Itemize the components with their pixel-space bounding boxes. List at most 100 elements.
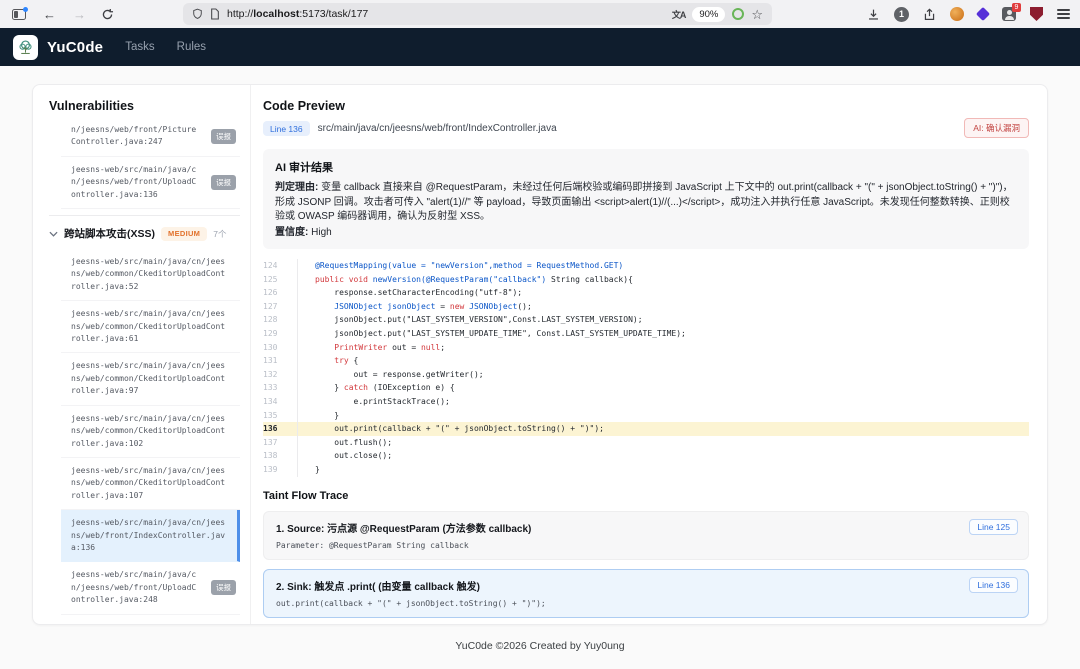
reload-icon[interactable] — [101, 8, 114, 21]
code-line: 129 jsonObject.put("LAST_SYSTEM_UPDATE_T… — [263, 327, 1029, 341]
vuln-list-item[interactable]: jeesns-web/src/main/java/cn/jees ns/web/… — [61, 249, 240, 301]
url-text: http://localhost:5173/task/177 — [227, 8, 368, 20]
vuln-list: jeesns-web/src/main/java/cn/jees ns/web/… — [49, 249, 240, 615]
vuln-list-item[interactable]: jeesns-web/src/main/java/cn/jees ns/web/… — [61, 510, 240, 562]
url-bar[interactable]: http://localhost:5173/task/177 文A 90% ☆ — [183, 3, 772, 25]
code-block[interactable]: 124@RequestMapping(value = "newVersion",… — [263, 259, 1029, 477]
share-icon[interactable] — [923, 8, 936, 21]
vuln-list-item[interactable]: jeesns-web/src/main/java/cn/jees ns/web/… — [61, 406, 240, 458]
zoom-level[interactable]: 90% — [692, 7, 725, 22]
section-title: Code Preview — [263, 99, 1029, 113]
vuln-file-path: jeesns-web/src/main/java/cn/jees ns/web/… — [71, 256, 236, 293]
vuln-list-item[interactable]: jeesns-web/src/main/java/cn/jees ns/web/… — [61, 458, 240, 510]
bookmark-star-icon[interactable]: ☆ — [751, 8, 763, 21]
vuln-group-header[interactable]: 跨站脚本攻击(XSS) MEDIUM 7个 — [49, 215, 240, 249]
sidebar-title: Vulnerabilities — [49, 99, 240, 113]
browser-chrome: ← → http://localhost:5173/task/177 文A 90… — [0, 0, 1080, 28]
shield-icon[interactable] — [192, 8, 203, 20]
code-line: 124@RequestMapping(value = "newVersion",… — [263, 259, 1029, 273]
code-line: 130 PrintWriter out = null; — [263, 341, 1029, 355]
forward-icon[interactable]: → — [73, 8, 86, 21]
code-text: public void newVersion(@RequestParam("ca… — [297, 273, 1029, 287]
taint-line-badge[interactable]: Line 125 — [969, 519, 1018, 535]
false-positive-badge: 误报 — [211, 175, 236, 190]
taint-step-source: 1. Source: 污点源 @RequestParam (方法参数 callb… — [263, 511, 1029, 560]
app-logo[interactable] — [13, 35, 38, 60]
profile-extension-icon[interactable]: 9 — [1002, 7, 1016, 21]
code-text: jsonObject.put("LAST_SYSTEM_UPDATE_TIME"… — [297, 327, 1029, 341]
taint-step-sink: 2. Sink: 触发点 .print( (由变量 callback 触发)Li… — [263, 569, 1029, 618]
sidebar-tabs-icon[interactable] — [12, 9, 26, 20]
ai-audit-reason: 判定理由: 变量 callback 直接来自 @RequestParam，未经过… — [275, 181, 1017, 225]
app-navbar: YuC0de Tasks Rules — [0, 28, 1080, 66]
code-text: @RequestMapping(value = "newVersion",met… — [297, 259, 1029, 273]
code-line: 134 e.printStackTrace(); — [263, 395, 1029, 409]
code-line: 131 try { — [263, 354, 1029, 368]
code-text: PrintWriter out = null; — [297, 341, 1029, 355]
vuln-file-path: jeesns-web/src/main/java/cn/jees ns/web/… — [71, 413, 236, 450]
taint-step-code: out.print(callback + "(" + jsonObject.to… — [276, 599, 1016, 608]
vuln-file-path: n/jeesns/web/front/Picture Controller.ja… — [71, 124, 206, 149]
line-number: 138 — [263, 449, 297, 463]
main-card: Vulnerabilities n/jeesns/web/front/Pictu… — [32, 84, 1048, 625]
vuln-list-item[interactable]: jeesns-web/src/main/java/c n/jeesns/web/… — [61, 157, 240, 209]
vuln-file-path: jeesns-web/src/main/java/c n/jeesns/web/… — [71, 164, 206, 201]
code-text: jsonObject.put("LAST_SYSTEM_VERSION",Con… — [297, 313, 1029, 327]
line-number-badge: Line 136 — [263, 121, 310, 136]
tab-count-badge[interactable]: 1 — [894, 7, 909, 22]
vuln-list-item[interactable]: jeesns-web/src/main/java/cn/jees ns/web/… — [61, 353, 240, 405]
code-line: 138 out.close(); — [263, 449, 1029, 463]
code-line: 126 response.setCharacterEncoding("utf-8… — [263, 286, 1029, 300]
extension-icon[interactable] — [732, 8, 744, 20]
ai-audit-confidence: 置信度: High — [275, 226, 1017, 241]
vuln-list-item[interactable]: jeesns-web/src/main/java/c n/jeesns/web/… — [61, 562, 240, 614]
code-text: try { — [297, 354, 1029, 368]
file-path: src/main/java/cn/jeesns/web/front/IndexC… — [318, 123, 557, 134]
severity-badge: MEDIUM — [161, 227, 207, 241]
vuln-list-item[interactable]: jeesns-web/src/main/java/cn/jees ns/web/… — [61, 301, 240, 353]
back-icon[interactable]: ← — [43, 8, 56, 21]
vuln-file-path: jeesns-web/src/main/java/c n/jeesns/web/… — [71, 569, 206, 606]
line-number: 133 — [263, 381, 297, 395]
code-line: 136 out.print(callback + "(" + jsonObjec… — [263, 422, 1029, 436]
line-number: 135 — [263, 409, 297, 423]
code-text: out.print(callback + "(" + jsonObject.to… — [297, 422, 1029, 436]
vuln-file-path: jeesns-web/src/main/java/cn/jees ns/web/… — [71, 308, 236, 345]
page-icon[interactable] — [210, 8, 220, 20]
nav-link-tasks[interactable]: Tasks — [125, 41, 154, 53]
shield-extension-icon[interactable] — [1030, 7, 1043, 21]
vuln-list-top: n/jeesns/web/front/Picture Controller.ja… — [49, 121, 240, 209]
code-text: out.flush(); — [297, 436, 1029, 450]
vuln-file-path: jeesns-web/src/main/java/cn/jees ns/web/… — [71, 465, 236, 502]
code-text: } — [297, 463, 1029, 477]
taint-step-title: 2. Sink: 触发点 .print( (由变量 callback 触发) — [276, 578, 1016, 593]
nav-link-rules[interactable]: Rules — [177, 41, 206, 53]
line-number: 137 — [263, 436, 297, 450]
false-positive-badge: 误报 — [211, 129, 236, 144]
line-number: 127 — [263, 300, 297, 314]
code-line: 127 JSONObject jsonObject = new JSONObje… — [263, 300, 1029, 314]
brand-title[interactable]: YuC0de — [47, 39, 103, 56]
vuln-file-path: jeesns-web/src/main/java/cn/jees ns/web/… — [71, 360, 236, 397]
page-body: Vulnerabilities n/jeesns/web/front/Pictu… — [0, 66, 1080, 669]
vuln-list-item[interactable]: n/jeesns/web/front/Picture Controller.ja… — [61, 121, 240, 157]
taint-flow-title: Taint Flow Trace — [263, 490, 1029, 502]
vuln-group-label: 跨站脚本攻击(XSS) — [64, 226, 155, 241]
vuln-file-path: jeesns-web/src/main/java/cn/jees ns/web/… — [71, 517, 233, 554]
translate-icon[interactable]: 文A — [672, 8, 686, 21]
taint-step-title: 1. Source: 污点源 @RequestParam (方法参数 callb… — [276, 520, 1016, 535]
menu-icon[interactable] — [1057, 9, 1070, 19]
code-line: 139} — [263, 463, 1029, 477]
gem-extension-icon[interactable] — [976, 7, 990, 21]
code-line: 125public void newVersion(@RequestParam(… — [263, 273, 1029, 287]
code-text: e.printStackTrace(); — [297, 395, 1029, 409]
ai-audit-panel: AI 审计结果 判定理由: 变量 callback 直接来自 @RequestP… — [263, 149, 1029, 249]
line-number: 126 — [263, 286, 297, 300]
fox-extension-icon[interactable] — [950, 7, 964, 21]
line-number: 129 — [263, 327, 297, 341]
chevron-down-icon — [49, 231, 58, 237]
taint-line-badge[interactable]: Line 136 — [969, 577, 1018, 593]
line-number: 131 — [263, 354, 297, 368]
download-icon[interactable] — [867, 8, 880, 21]
vuln-group-count: 7个 — [213, 228, 226, 240]
